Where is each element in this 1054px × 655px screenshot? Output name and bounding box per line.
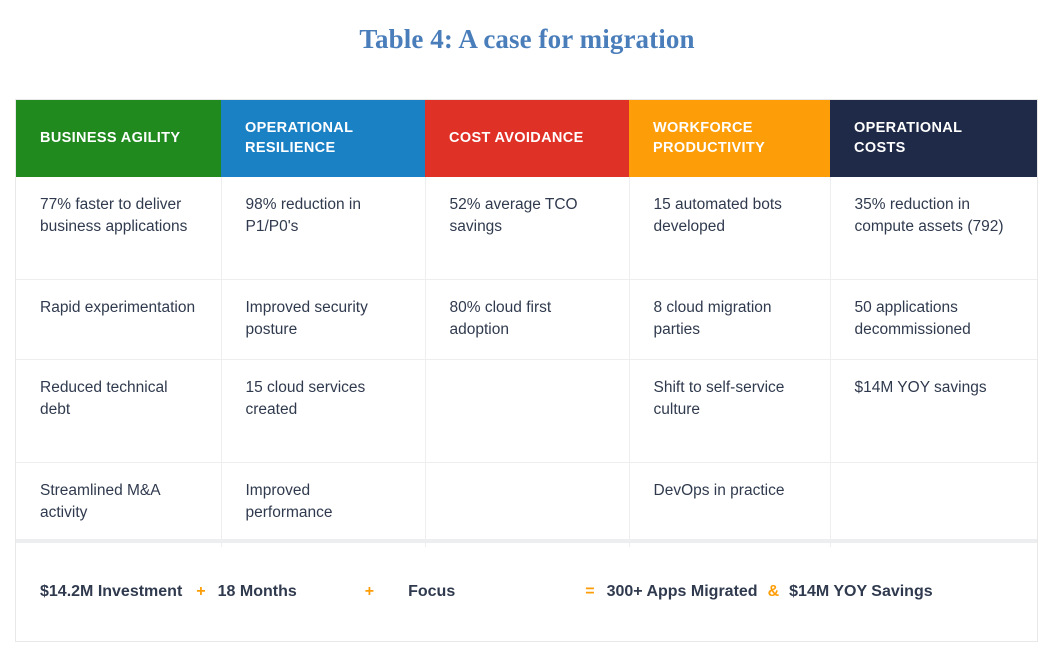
- table-cell: 80% cloud first adoption: [425, 279, 630, 360]
- summary-term-focus: Focus: [408, 583, 456, 600]
- table-cell: 50 applications decommissioned: [830, 279, 1037, 360]
- table-cell: [425, 359, 630, 463]
- summary-equation: $14.2M Investment + 18 Months + Focus = …: [16, 543, 1037, 641]
- summary-operator-plus-1: +: [196, 583, 206, 600]
- table-header-row: BUSINESS AGILITY OPERATIONAL RESILIENCE …: [16, 100, 1037, 177]
- table-row: Reduced technical debt 15 cloud services…: [16, 359, 1037, 463]
- summary-term-duration: 18 Months: [217, 583, 297, 600]
- migration-case-table: BUSINESS AGILITY OPERATIONAL RESILIENCE …: [15, 99, 1038, 642]
- table-cell: [425, 462, 630, 547]
- table-cell: 15 automated bots developed: [629, 177, 831, 280]
- table-cell: 52% average TCO savings: [425, 177, 630, 280]
- table-cell: Streamlined M&A activity: [16, 462, 222, 547]
- table-row: 77% faster to deliver business applicati…: [16, 177, 1037, 280]
- column-header-operational-costs: OPERATIONAL COSTS: [830, 100, 1037, 177]
- table-cell: 8 cloud migration parties: [629, 279, 831, 360]
- summary-operator-plus-2: +: [364, 583, 375, 600]
- table-cell: Shift to self-service culture: [629, 359, 831, 463]
- page-title: Table 4: A case for migration: [359, 24, 695, 54]
- summary-term-investment: $14.2M Investment: [40, 583, 183, 600]
- table-row: Streamlined M&A activity Improved perfor…: [16, 462, 1037, 547]
- table-cell: Reduced technical debt: [16, 359, 222, 463]
- summary-term-apps-migrated: 300+ Apps Migrated: [606, 583, 758, 600]
- table-cell: Improved security posture: [221, 279, 426, 360]
- summary-term-yoy-savings: $14M YOY Savings: [789, 583, 933, 600]
- table-cell: Improved performance: [221, 462, 426, 547]
- table-cell: 35% reduction in compute assets (792): [830, 177, 1037, 280]
- column-header-business-agility: BUSINESS AGILITY: [16, 100, 221, 177]
- summary-operator-equals: =: [585, 583, 595, 600]
- column-header-cost-avoidance: COST AVOIDANCE: [425, 100, 629, 177]
- benefits-matrix: BUSINESS AGILITY OPERATIONAL RESILIENCE …: [16, 100, 1037, 547]
- column-header-operational-resilience: OPERATIONAL RESILIENCE: [221, 100, 425, 177]
- column-header-workforce-productivity: WORKFORCE PRODUCTIVITY: [629, 100, 830, 177]
- table-cell: Rapid experimentation: [16, 279, 222, 360]
- table-cell: $14M YOY savings: [830, 359, 1037, 463]
- table-cell: [830, 462, 1037, 547]
- summary-operator-ampersand: &: [767, 583, 780, 600]
- table-cell: 98% reduction in P1/P0's: [221, 177, 426, 280]
- table-cell: DevOps in practice: [629, 462, 831, 547]
- table-row: Rapid experimentation Improved security …: [16, 279, 1037, 360]
- table-body: 77% faster to deliver business applicati…: [16, 177, 1037, 547]
- table-cell: 15 cloud services created: [221, 359, 426, 463]
- table-cell: 77% faster to deliver business applicati…: [16, 177, 222, 280]
